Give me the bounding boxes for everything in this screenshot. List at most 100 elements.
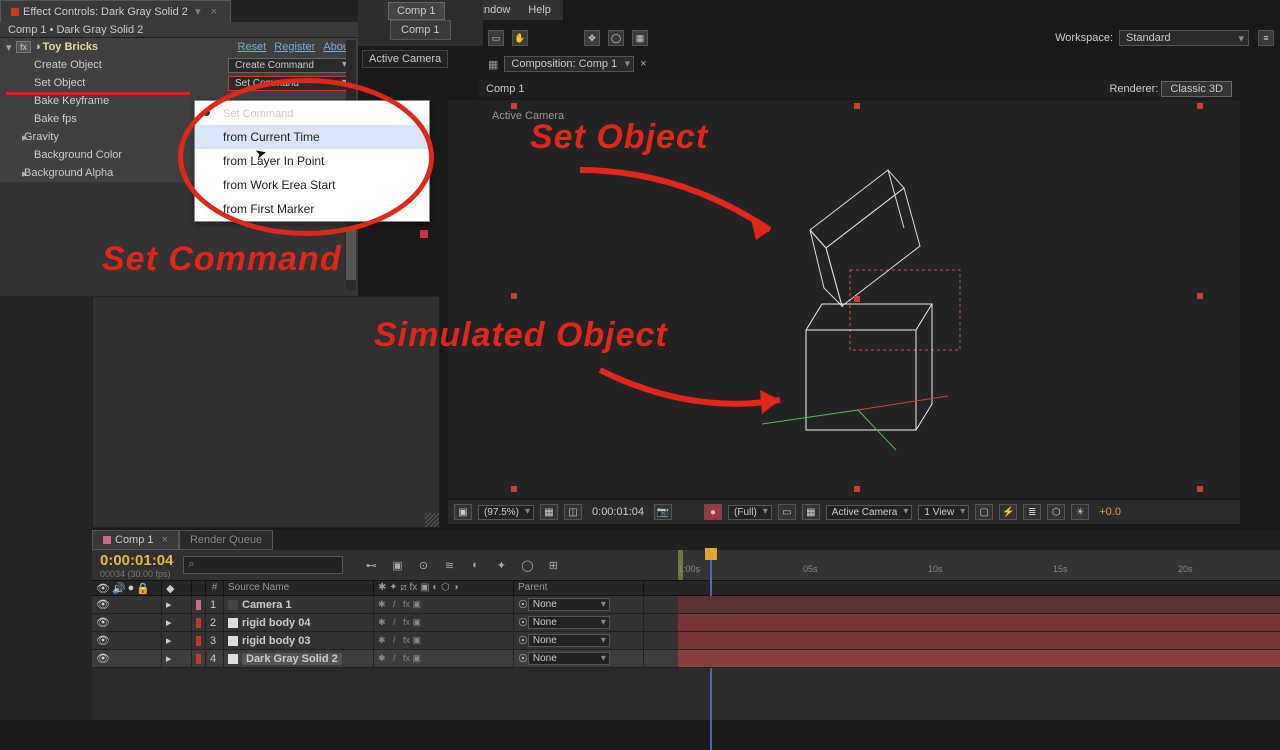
panel-handle[interactable] — [420, 230, 428, 238]
layer-name[interactable]: Dark Gray Solid 2 — [242, 653, 342, 665]
set-command-dropdown[interactable]: Set Command — [228, 76, 352, 91]
always-preview-icon[interactable]: ▣ — [454, 504, 472, 520]
create-command-dropdown[interactable]: Create Command — [228, 58, 352, 73]
twirl-right-icon[interactable]: ▸ — [6, 131, 22, 144]
timeline-current-time[interactable]: 0:00:01:04 — [100, 552, 173, 569]
track-bar[interactable] — [678, 650, 1280, 668]
effect-enable-icon[interactable]: ◑ — [34, 41, 41, 53]
label-color[interactable] — [196, 618, 201, 628]
parent-dropdown[interactable]: None — [528, 652, 610, 665]
effect-name[interactable]: Toy Bricks — [41, 41, 238, 53]
composition-viewer[interactable] — [448, 100, 1240, 498]
snapshot-icon[interactable]: 📷 — [654, 504, 672, 520]
parent-dropdown[interactable]: None — [528, 616, 610, 629]
parent-dropdown[interactable]: None — [528, 634, 610, 647]
workspace-dropdown[interactable]: Standard — [1119, 30, 1249, 46]
col-source-name[interactable]: Source Name — [224, 581, 374, 595]
parent-dropdown[interactable]: None — [528, 598, 610, 611]
composition-dropdown[interactable]: Composition: Comp 1 — [504, 56, 634, 72]
timeline-icon[interactable]: ≣ — [1023, 504, 1041, 520]
menu-help[interactable]: Help — [528, 4, 551, 16]
menu-item-from-current-time[interactable]: from Current Time — [195, 125, 429, 149]
label-color[interactable] — [196, 654, 201, 664]
graph-editor-icon[interactable]: ⊞ — [545, 557, 561, 573]
transparency-grid-icon[interactable]: ▦ — [802, 504, 820, 520]
hand-tool-icon[interactable]: ✋ — [512, 30, 528, 46]
auto-keyframe-icon[interactable]: ◯ — [519, 557, 535, 573]
menu-item-from-first-marker[interactable]: from First Marker — [195, 197, 429, 221]
effect-controls-tab[interactable]: Effect Controls: Dark Gray Solid 2 ▾ × — [0, 0, 231, 22]
flowchart-tab-comp[interactable]: Comp 1 — [390, 20, 451, 40]
time-ruler[interactable]: ➤ 1:00s05s10s15s20s — [678, 550, 1280, 580]
mask-icon[interactable]: ◫ — [564, 504, 582, 520]
twirl-right-icon[interactable]: ▸ — [166, 634, 172, 647]
menu-item-from-work-area-start[interactable]: from Work Erea Start — [195, 173, 429, 197]
fx-badge-icon[interactable]: fx — [16, 41, 31, 53]
frame-blend-icon[interactable]: ≋ — [441, 557, 457, 573]
pickwhip-icon[interactable]: ☉ — [518, 598, 528, 611]
tab-close-icon[interactable]: × — [208, 6, 220, 18]
pixel-aspect-icon[interactable]: ▢ — [975, 504, 993, 520]
pickwhip-icon[interactable]: ☉ — [518, 652, 528, 665]
layer-name[interactable]: rigid body 03 — [242, 635, 310, 647]
timeline-tab-comp[interactable]: Comp 1× — [92, 530, 179, 550]
track-bar[interactable] — [678, 614, 1280, 632]
motion-blur-icon[interactable]: ◐ — [467, 557, 483, 573]
channel-icon[interactable]: ● — [704, 504, 722, 520]
layer-name[interactable]: rigid body 04 — [242, 617, 310, 629]
label-color[interactable] — [196, 600, 201, 610]
layer-switches[interactable]: ✱ / fx ▣ — [374, 650, 514, 668]
shy-icon[interactable]: ⊙ — [415, 557, 431, 573]
flowchart-icon[interactable]: ⬡ — [1047, 504, 1065, 520]
camera-dropdown[interactable]: Active Camera — [826, 505, 913, 520]
current-time[interactable]: 0:00:01:04 — [588, 506, 648, 518]
pickwhip-icon[interactable]: ☉ — [518, 634, 528, 647]
draft-3d-icon[interactable]: ▣ — [389, 557, 405, 573]
brainstorm-icon[interactable]: ✦ — [493, 557, 509, 573]
tool-icon[interactable]: ◯ — [608, 30, 624, 46]
eye-icon[interactable]: 👁 — [96, 634, 110, 647]
eye-icon[interactable]: 👁 — [96, 652, 110, 665]
resize-handle-icon[interactable] — [425, 513, 439, 527]
timeline-search-input[interactable] — [183, 556, 343, 574]
timeline-tab-render-queue[interactable]: Render Queue — [179, 530, 273, 550]
zoom-dropdown[interactable]: (97.5%) — [478, 505, 534, 520]
track-bar[interactable] — [678, 596, 1280, 614]
reset-exposure-icon[interactable]: ☀ — [1071, 504, 1089, 520]
twirl-right-icon[interactable]: ▸ — [6, 167, 22, 180]
pickwhip-icon[interactable]: ☉ — [518, 616, 528, 629]
exposure-value[interactable]: +0.0 — [1095, 506, 1125, 518]
tab-dropdown-icon[interactable]: ▾ — [192, 5, 204, 18]
panel-tab-comp[interactable]: Comp 1 — [388, 2, 445, 20]
twirl-right-icon[interactable]: ▸ — [166, 598, 172, 611]
layer-switches[interactable]: ✱ / fx ▣ — [374, 614, 514, 632]
grid-icon[interactable]: ▦ — [540, 504, 558, 520]
snap-icon[interactable]: ✥ — [584, 30, 600, 46]
register-link[interactable]: Register — [274, 41, 315, 53]
timeline-tracks[interactable] — [678, 596, 1280, 668]
layer-name[interactable]: Camera 1 — [242, 599, 292, 611]
eye-icon[interactable]: 👁 — [96, 616, 110, 629]
reset-link[interactable]: Reset — [238, 41, 267, 53]
renderer-button[interactable]: Classic 3D — [1161, 81, 1232, 97]
fast-previews-icon[interactable]: ⚡ — [999, 504, 1017, 520]
comp-breadcrumb[interactable]: Comp 1 — [486, 83, 525, 95]
twirl-right-icon[interactable]: ▸ — [166, 652, 172, 665]
panel-options-icon[interactable]: ≡ — [1258, 30, 1274, 46]
menu-item-set-command[interactable]: Set Command — [195, 101, 429, 125]
selection-tool-icon[interactable]: ▭ — [488, 30, 504, 46]
layer-switches[interactable]: ✱ / fx ▣ — [374, 632, 514, 650]
label-color[interactable] — [196, 636, 201, 646]
track-bar[interactable] — [678, 632, 1280, 650]
comp-mini-flowchart-icon[interactable]: ⊷ — [363, 557, 379, 573]
twirl-right-icon[interactable]: ▸ — [166, 616, 172, 629]
layer-switches[interactable]: ✱ / fx ▣ — [374, 596, 514, 614]
menu-item-from-layer-in-point[interactable]: from Layer In Point — [195, 149, 429, 173]
roi-icon[interactable]: ▭ — [778, 504, 796, 520]
twirl-down-icon[interactable]: ▾ — [6, 41, 16, 54]
resolution-dropdown[interactable]: (Full) — [728, 505, 772, 520]
views-dropdown[interactable]: 1 View — [918, 505, 969, 520]
eye-icon[interactable]: 👁 — [96, 598, 110, 611]
close-tab-icon[interactable]: × — [640, 58, 646, 70]
tool-icon[interactable]: ▦ — [632, 30, 648, 46]
